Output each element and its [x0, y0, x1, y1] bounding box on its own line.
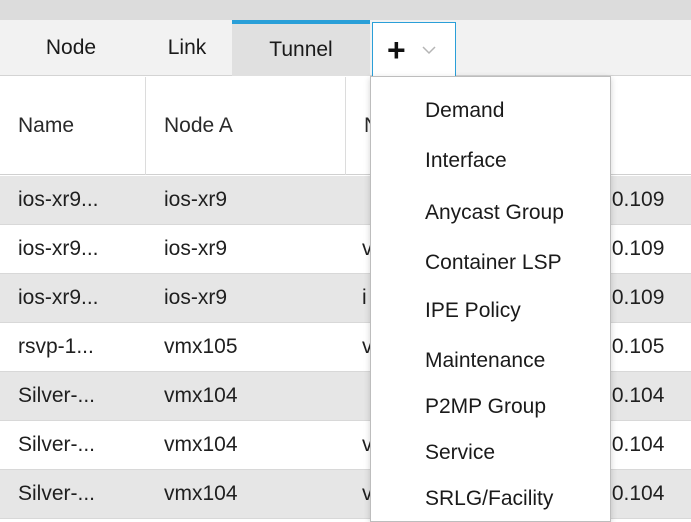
- cell-name: Silver-...: [18, 384, 96, 407]
- menu-item-anycast-group[interactable]: Anycast Group: [371, 189, 610, 237]
- cell-name: ios-xr9...: [18, 188, 99, 211]
- cell-ip: .0.109: [606, 237, 665, 260]
- cell-node-a: vmx104: [164, 433, 238, 456]
- cell-ip: .0.105: [606, 335, 665, 358]
- cell-ip: .0.109: [606, 286, 665, 309]
- plus-icon: +: [387, 31, 406, 68]
- tab-node[interactable]: Node: [0, 20, 142, 76]
- menu-item-service[interactable]: Service: [371, 429, 610, 477]
- cell-name: Silver-...: [18, 433, 96, 456]
- top-strip: [0, 0, 691, 20]
- cell-node-a: ios-xr9: [164, 188, 228, 211]
- cell-name: ios-xr9...: [18, 286, 99, 309]
- column-header-name[interactable]: Name: [0, 77, 146, 175]
- cell-name: Silver-...: [18, 482, 96, 505]
- column-header-node-a[interactable]: Node A: [146, 77, 346, 175]
- menu-item-interface[interactable]: Interface: [371, 137, 610, 185]
- cell-node-a: vmx104: [164, 384, 238, 407]
- cell-node-a: ios-xr9: [164, 286, 228, 309]
- tab-link[interactable]: Link: [142, 20, 232, 76]
- cell-ip: .0.104: [606, 482, 665, 505]
- add-menu-dropdown: Demand Interface Anycast Group Container…: [370, 76, 611, 522]
- cell-node-a: vmx104: [164, 482, 238, 505]
- menu-item-srlg-facility[interactable]: SRLG/Facility: [371, 475, 610, 522]
- cell-node-a: vmx105: [164, 335, 238, 358]
- tab-tunnel[interactable]: Tunnel: [232, 20, 370, 76]
- menu-item-container-lsp[interactable]: Container LSP: [371, 239, 610, 287]
- chevron-down-icon: [422, 45, 436, 54]
- cell-node-a: ios-xr9: [164, 237, 228, 260]
- cell-name: ios-xr9...: [18, 237, 99, 260]
- tab-bar: Node Link Tunnel +: [0, 20, 691, 76]
- menu-item-p2mp-group[interactable]: P2MP Group: [371, 383, 610, 431]
- add-tab-button[interactable]: +: [372, 22, 456, 76]
- cell-ip: .0.104: [606, 433, 665, 456]
- cell-ip: .0.104: [606, 384, 665, 407]
- cell-name: rsvp-1...: [18, 335, 94, 358]
- menu-item-demand[interactable]: Demand: [371, 87, 610, 135]
- cell-ip: .0.109: [606, 188, 665, 211]
- menu-item-ipe-policy[interactable]: IPE Policy: [371, 287, 610, 335]
- menu-item-maintenance[interactable]: Maintenance: [371, 337, 610, 385]
